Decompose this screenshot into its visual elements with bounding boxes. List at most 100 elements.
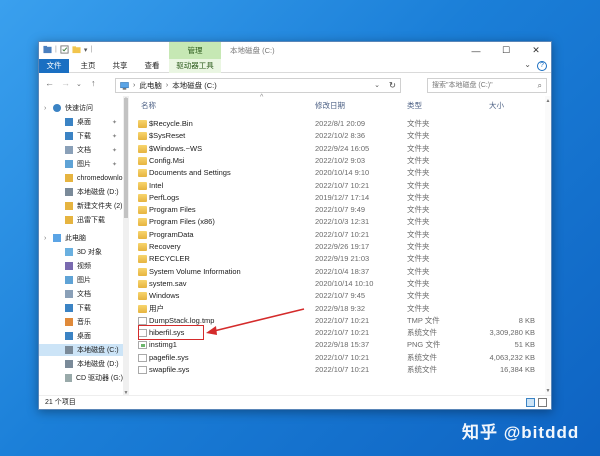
search-input[interactable]: 搜索"本地磁盘 (C:)" ⌕ (427, 78, 547, 93)
file-row[interactable]: 用户2022/9/18 9:32文件夹 (135, 303, 551, 315)
back-button[interactable]: ← (45, 78, 54, 88)
recent-locations-icon[interactable]: ⌄ (76, 80, 82, 88)
column-header-type[interactable]: 类型 (407, 100, 422, 111)
file-row[interactable]: instimg12022/9/18 15:37PNG 文件51 KB (135, 339, 551, 351)
file-type: 文件夹 (407, 229, 430, 241)
nav-item[interactable]: 本地磁盘 (D:) (39, 358, 123, 370)
file-name: $Windows.~WS (149, 143, 202, 155)
expand-chevron-icon[interactable]: › (44, 235, 46, 242)
file-row[interactable]: Intel2022/10/7 10:21文件夹 (135, 180, 551, 192)
nav-item-label: 新建文件夹 (2) (77, 201, 123, 211)
file-name: Program Files (149, 204, 196, 216)
help-icon[interactable]: ? (537, 61, 547, 71)
expand-chevron-icon[interactable]: › (44, 105, 46, 112)
breadcrumb-local-disk-c[interactable]: 本地磁盘 (C:) (172, 80, 217, 91)
nav-item[interactable]: CD 驱动器 (G:) (39, 372, 123, 384)
column-header-name[interactable]: 名称 (141, 100, 156, 111)
explorer-window: | ▾ | 管理 本地磁盘 (C:) — ☐ ✕ 文件 主页 共享 查看 驱动器… (38, 41, 552, 410)
file-row[interactable]: PerfLogs2019/12/7 17:14文件夹 (135, 192, 551, 204)
file-row[interactable]: $Recycle.Bin2022/8/1 20:09文件夹 (135, 118, 551, 130)
file-row[interactable]: Documents and Settings2020/10/14 9:10文件夹 (135, 167, 551, 179)
file-type: 文件夹 (407, 241, 430, 253)
tab-share[interactable]: 共享 (107, 59, 133, 73)
maximize-button[interactable]: ☐ (491, 42, 521, 59)
file-row[interactable]: Windows2022/10/7 9:45文件夹 (135, 290, 551, 302)
minimize-button[interactable]: — (461, 42, 491, 59)
breadcrumb-this-pc[interactable]: 此电脑 (139, 80, 162, 91)
pin-icon: ✦ (112, 119, 117, 126)
address-dropdown-icon[interactable]: ⌄ (374, 81, 380, 89)
navigation-pane: ›快速访问桌面✦下载✦文档✦图片✦chromedownlo本地磁盘 (D:)新建… (39, 96, 123, 396)
context-tab-manage[interactable]: 管理 (169, 42, 221, 59)
file-row[interactable]: swapfile.sys2022/10/7 10:21系统文件16,384 KB (135, 364, 551, 376)
file-row[interactable]: ProgramData2022/10/7 10:21文件夹 (135, 229, 551, 241)
nav-item[interactable]: 图片✦ (39, 158, 123, 170)
view-switcher (526, 398, 547, 407)
ribbon-tabs: 文件 主页 共享 查看 驱动器工具 ⌄ ? (39, 59, 551, 73)
nav-item[interactable]: 下载 (39, 302, 123, 314)
nav-item[interactable]: 文档 (39, 288, 123, 300)
file-row[interactable]: pagefile.sys2022/10/7 10:21系统文件4,063,232… (135, 352, 551, 364)
refresh-icon[interactable]: ↻ (389, 80, 396, 91)
nav-item[interactable]: 迅雷下载 (39, 214, 123, 226)
column-header-date[interactable]: 修改日期 (315, 100, 345, 111)
nav-item[interactable]: 图片 (39, 274, 123, 286)
nav-scrollbar[interactable]: ▲ ▼ (123, 96, 129, 396)
nav-item[interactable]: chromedownlo (39, 172, 123, 184)
music-icon (65, 318, 73, 326)
nav-item[interactable]: 桌面 (39, 330, 123, 342)
chevron-down-icon[interactable]: ⌄ (524, 60, 531, 69)
forward-button[interactable]: → (61, 78, 70, 88)
file-icon (138, 366, 147, 374)
nav-scrollbar-thumb[interactable] (124, 98, 128, 218)
nav-item[interactable]: 3D 对象 (39, 246, 123, 258)
file-row[interactable]: Program Files2022/10/7 9:49文件夹 (135, 204, 551, 216)
nav-item-label: 文档 (77, 289, 91, 299)
nav-item[interactable]: ›快速访问 (39, 102, 123, 114)
nav-item[interactable]: 音乐 (39, 316, 123, 328)
file-row[interactable]: $SysReset2022/10/2 8:36文件夹 (135, 130, 551, 142)
nav-item[interactable]: 本地磁盘 (C:) (39, 344, 123, 356)
nav-item-label: 音乐 (77, 317, 91, 327)
file-row[interactable]: Program Files (x86)2022/10/3 12:31文件夹 (135, 216, 551, 228)
file-list-scrollbar[interactable]: ▲ ▼ (545, 96, 551, 396)
file-row[interactable]: RECYCLER2022/9/19 21:03文件夹 (135, 253, 551, 265)
tab-view[interactable]: 查看 (139, 59, 165, 73)
file-name: Config.Msi (149, 155, 184, 167)
up-button[interactable]: ↑ (91, 78, 96, 88)
column-header-size[interactable]: 大小 (489, 100, 504, 111)
download-icon (65, 304, 73, 312)
nav-item[interactable]: 桌面✦ (39, 116, 123, 128)
tab-file[interactable]: 文件 (39, 59, 69, 73)
address-bar[interactable]: › 此电脑 › 本地磁盘 (C:) ⌄ ↻ (115, 78, 401, 93)
nav-item[interactable]: ›此电脑 (39, 232, 123, 244)
file-row[interactable]: Recovery2022/9/26 19:17文件夹 (135, 241, 551, 253)
tab-home[interactable]: 主页 (75, 59, 101, 73)
customize-qa-icon[interactable]: ▾ (84, 46, 88, 54)
nav-item-label: 本地磁盘 (C:) (77, 345, 119, 355)
file-row[interactable]: system.sav2020/10/14 10:10文件夹 (135, 278, 551, 290)
nav-item[interactable]: 本地磁盘 (D:) (39, 186, 123, 198)
properties-icon[interactable] (60, 45, 69, 54)
large-icons-view-icon[interactable] (538, 398, 547, 407)
file-size: 3,309,280 KB (455, 327, 535, 339)
nav-item[interactable]: 新建文件夹 (2) (39, 200, 123, 212)
file-type: 文件夹 (407, 167, 430, 179)
nav-item[interactable]: 下载✦ (39, 130, 123, 142)
file-row[interactable]: Config.Msi2022/10/2 9:03文件夹 (135, 155, 551, 167)
scroll-down-icon[interactable]: ▼ (545, 388, 551, 394)
file-row[interactable]: System Volume Information2022/10/4 18:37… (135, 266, 551, 278)
new-folder-icon[interactable] (72, 45, 81, 54)
scroll-up-icon[interactable]: ▲ (545, 98, 551, 104)
file-type: 文件夹 (407, 118, 430, 130)
file-date: 2022/10/7 10:21 (315, 315, 369, 327)
nav-item[interactable]: 文档✦ (39, 144, 123, 156)
file-row[interactable]: $Windows.~WS2022/9/24 16:05文件夹 (135, 143, 551, 155)
nav-item[interactable]: 视频 (39, 260, 123, 272)
close-button[interactable]: ✕ (521, 42, 551, 59)
file-size: 8 KB (455, 315, 535, 327)
details-view-icon[interactable] (526, 398, 535, 407)
tab-drive-tools[interactable]: 驱动器工具 (169, 59, 221, 73)
drive-icon (65, 360, 73, 368)
file-date: 2020/10/14 9:10 (315, 167, 369, 179)
